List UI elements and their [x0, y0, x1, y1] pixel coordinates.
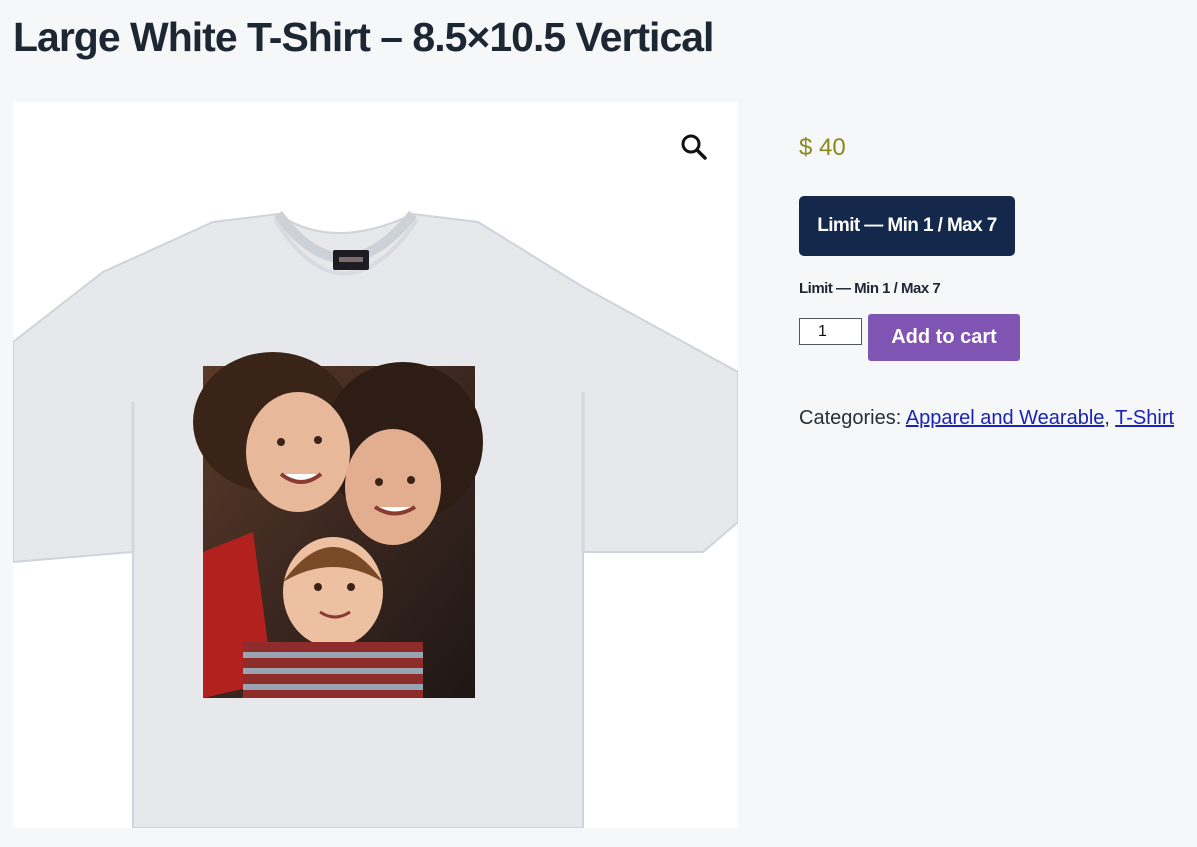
product-image[interactable]	[13, 102, 738, 828]
zoom-magnifier-icon[interactable]	[679, 132, 709, 162]
limit-badge-button[interactable]: Limit — Min 1 / Max 7	[799, 196, 1015, 256]
category-link-apparel[interactable]: Apparel and Wearable	[906, 407, 1105, 429]
product-categories: Categories: Apparel and Wearable, T-Shir…	[799, 407, 1174, 430]
category-separator: ,	[1104, 407, 1116, 429]
quantity-input[interactable]	[799, 318, 862, 345]
page-title: Large White T-Shirt – 8.5×10.5 Vertical	[13, 14, 714, 60]
limit-note: Limit — Min 1 / Max 7	[799, 280, 941, 297]
add-to-cart-button[interactable]: Add to cart	[868, 314, 1020, 361]
product-price: $ 40	[799, 134, 846, 161]
categories-label: Categories:	[799, 407, 906, 429]
category-link-tshirt[interactable]: T-Shirt	[1115, 407, 1174, 429]
product-gallery[interactable]	[13, 102, 738, 828]
